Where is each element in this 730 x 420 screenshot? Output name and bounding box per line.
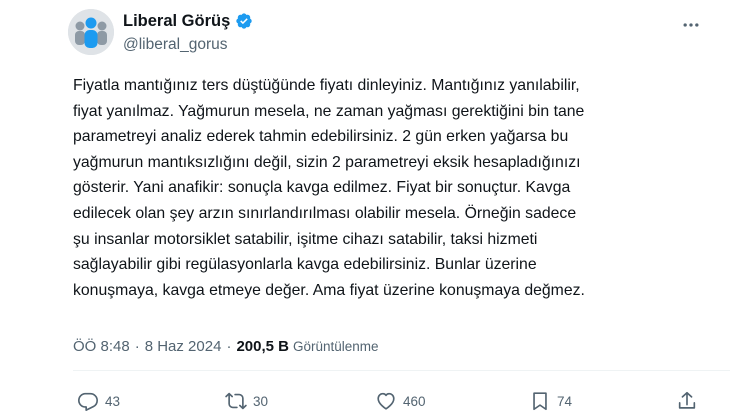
- reply-icon: [77, 390, 99, 412]
- author-display-name[interactable]: Liberal Görüş: [123, 11, 230, 31]
- avatar[interactable]: [68, 9, 114, 55]
- retweet-count: 30: [253, 393, 269, 409]
- tweet-date[interactable]: 8 Haz 2024: [145, 338, 222, 355]
- like-button[interactable]: 460: [375, 390, 426, 412]
- reply-count: 43: [105, 393, 121, 409]
- share-icon: [676, 390, 698, 412]
- tweet-text-line: sağlayabilir gibi regülasyonlarla kavga …: [73, 256, 537, 274]
- bookmark-button[interactable]: 74: [529, 390, 572, 412]
- bookmark-count: 74: [557, 393, 573, 409]
- retweet-button[interactable]: 30: [225, 390, 268, 412]
- tweet-text-line: parametreyi analiz ederek tahmin edebili…: [73, 128, 569, 146]
- retweet-icon: [225, 390, 247, 412]
- action-bar: 43 30 460 74: [73, 390, 713, 416]
- meta-separator: ·: [226, 338, 232, 355]
- tweet-text: Fiyatla mantığınız ters düştüğünde fiyat…: [73, 73, 713, 303]
- views-count: 200,5 B: [236, 338, 289, 355]
- like-count: 460: [403, 393, 426, 409]
- tweet-time[interactable]: ÖÖ 8:48: [73, 338, 130, 355]
- views-label: Görüntülenme: [292, 339, 379, 354]
- tweet-text-line: konuşmaya, kavga etmeye değer. Ama fiyat…: [73, 281, 585, 299]
- tweet-text-line: şu insanlar motorsiklet satabilir, işitm…: [73, 230, 538, 248]
- tweet-meta: ÖÖ 8:48 · 8 Haz 2024 · 200,5 B Görüntüle…: [73, 338, 379, 355]
- heart-icon: [375, 390, 397, 412]
- divider: [73, 370, 730, 371]
- tweet-header: Liberal Görüş @liberal_gorus: [68, 8, 726, 60]
- meta-separator: ·: [134, 338, 140, 355]
- tweet-text-line: gösterir. Yani anafikir: sonuçla kavga e…: [73, 179, 571, 197]
- tweet-text-line: edilecek olan şey arzın sınırlandırılmas…: [73, 204, 577, 222]
- tweet-text-line: Fiyatla mantığınız ters düştüğünde fiyat…: [73, 77, 580, 94]
- verified-badge-icon: [235, 12, 253, 30]
- bookmark-icon: [529, 390, 551, 412]
- tweet-text-line: fiyat yanılmaz. Yağmurun mesela, ne zama…: [73, 102, 585, 120]
- share-button[interactable]: [676, 390, 698, 412]
- more-options-icon[interactable]: [676, 10, 706, 40]
- author-handle[interactable]: @liberal_gorus: [123, 35, 253, 55]
- tweet-text-line: yağmurun mantıksızlığını değil, sizin 2 …: [73, 153, 581, 171]
- reply-button[interactable]: 43: [77, 390, 120, 412]
